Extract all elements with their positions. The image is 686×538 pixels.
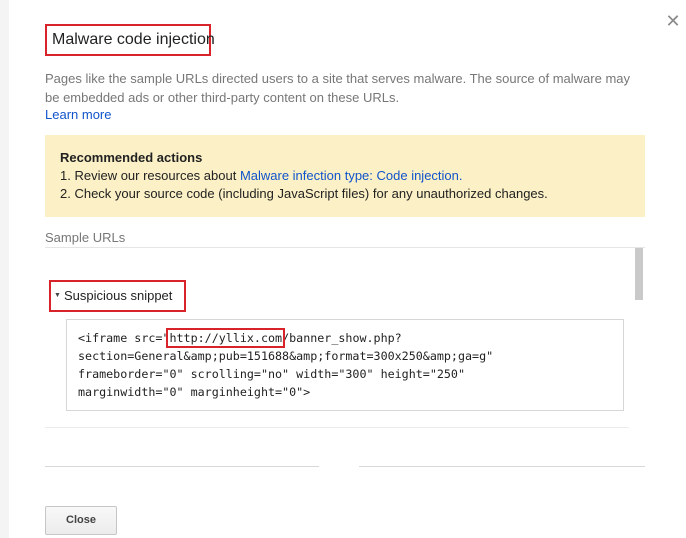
recommended-action-1-text: 1. Review our resources about (60, 168, 240, 183)
recommended-actions-box: Recommended actions 1. Review our resour… (45, 135, 645, 217)
dialog-description: Pages like the sample URLs directed user… (45, 71, 631, 105)
triangle-down-icon: ▼ (54, 292, 61, 299)
scrollbar-thumb[interactable] (635, 248, 643, 300)
recommended-action-2: 2. Check your source code (including Jav… (60, 186, 548, 201)
malware-dialog: ✕ Malware code injection Pages like the … (9, 0, 686, 538)
sample-urls-label: Sample URLs (45, 230, 126, 245)
dialog-title: Malware code injection (45, 24, 215, 56)
divider (359, 466, 645, 467)
code-text-start: <iframe src=" (78, 331, 170, 345)
learn-more-link[interactable]: Learn more (45, 106, 111, 123)
divider (45, 427, 629, 428)
suspicious-snippet-label: Suspicious snippet (64, 288, 173, 303)
snippet-code-block: <iframe src="http://yllix.com/banner_sho… (66, 319, 624, 411)
recommended-actions-heading: Recommended actions (60, 150, 203, 165)
close-icon[interactable]: ✕ (665, 12, 681, 30)
sample-urls-divider (45, 247, 645, 248)
code-injection-link[interactable]: Malware infection type: Code injection. (240, 168, 463, 183)
suspicious-snippet-toggle[interactable]: ▼ Suspicious snippet (49, 280, 186, 312)
close-button[interactable]: Close (45, 506, 117, 535)
recommended-action-1: 1. Review our resources about Malware in… (60, 167, 630, 185)
divider (45, 466, 319, 467)
highlighted-url: http://yllix.com (166, 328, 286, 348)
